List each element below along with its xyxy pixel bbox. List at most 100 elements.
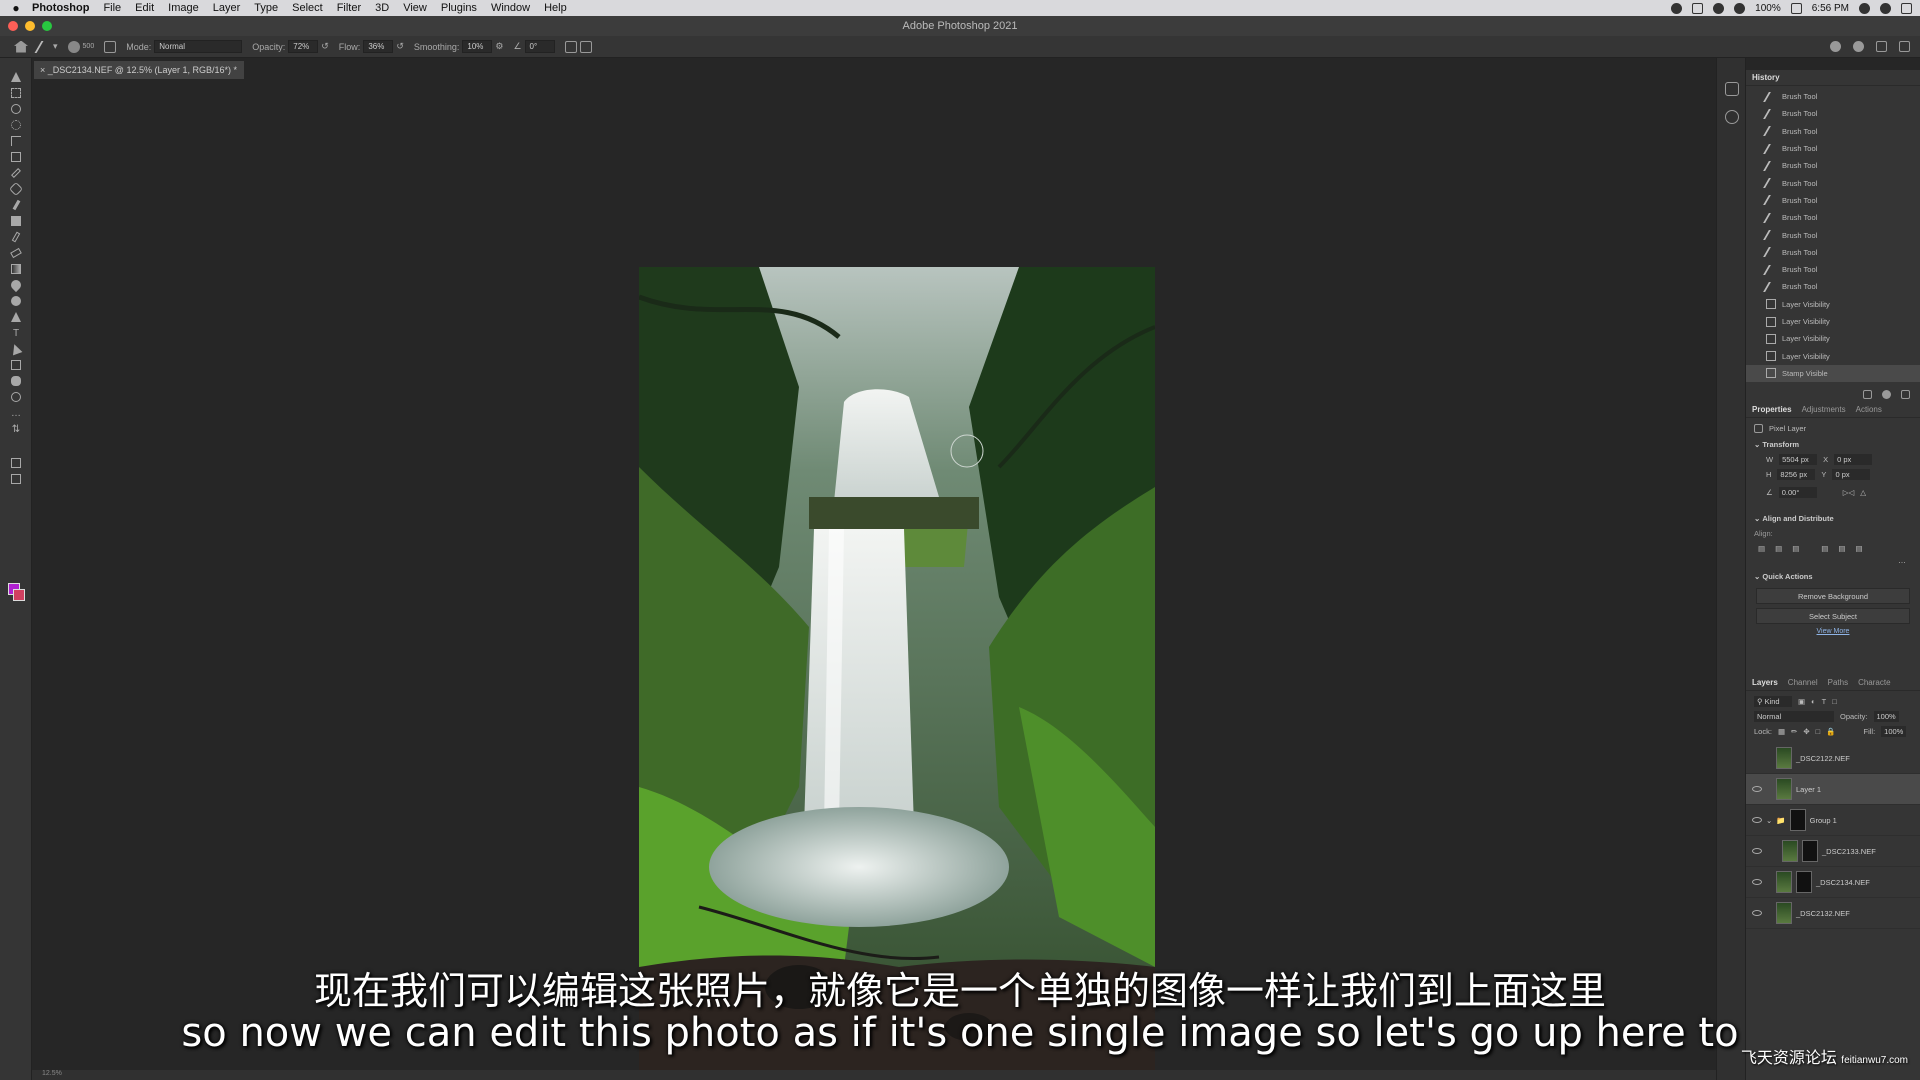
hand-tool-icon[interactable] [9,374,23,388]
workspace-icon[interactable] [1876,41,1887,52]
eye-icon[interactable] [1752,786,1762,792]
history-item[interactable]: Brush Tool [1746,209,1920,226]
eye-icon[interactable] [1752,879,1762,885]
history-item[interactable]: Brush Tool [1746,226,1920,243]
quick-actions-section[interactable]: ⌄ Quick Actions [1746,568,1920,584]
layer-row-selected[interactable]: Layer 1 [1746,774,1920,805]
layer-row[interactable]: _DSC2122.NEF [1746,743,1920,774]
panel-dock-icon[interactable] [1725,82,1739,96]
trash-icon[interactable] [1901,389,1910,399]
symmetry-icon[interactable] [579,40,592,53]
menu-layer[interactable]: Layer [213,2,241,14]
tab-channels[interactable]: Channel [1788,678,1818,687]
tab-layers[interactable]: Layers [1752,678,1778,687]
layer-filter-select[interactable]: ⚲ Kind [1754,696,1792,707]
align-section[interactable]: ⌄ Align and Distribute [1746,510,1920,526]
tab-actions[interactable]: Actions [1856,405,1882,414]
quick-mask-icon[interactable] [9,456,23,470]
camera-icon[interactable] [1882,389,1891,399]
lock-all-icon[interactable]: 🔒 [1826,727,1835,736]
history-item[interactable]: Brush Tool [1746,174,1920,191]
history-item[interactable]: Brush Tool [1746,261,1920,278]
height-field[interactable]: 8256 px [1777,469,1816,480]
pressure-opacity-icon[interactable]: ↺ [321,41,329,52]
pen-tool-icon[interactable] [9,310,23,324]
lock-artboard-icon[interactable]: □ [1816,727,1821,736]
home-icon[interactable] [14,40,28,53]
menu-3d[interactable]: 3D [375,2,389,14]
smoothing-settings-icon[interactable]: ⚙ [495,41,503,52]
lock-brush-icon[interactable]: ✏ [1791,727,1797,736]
layer-opacity-field[interactable]: 100% [1873,711,1899,722]
filter-shape-icon[interactable]: □ [1832,697,1837,706]
history-item[interactable]: Layer Visibility [1746,347,1920,364]
frame-tool-icon[interactable] [9,150,23,164]
more-options-icon[interactable]: … [1746,556,1920,568]
swap-colors-icon[interactable]: ⇅ [9,422,23,436]
smoothing-field[interactable]: 10% [462,40,493,53]
history-item[interactable]: Layer Visibility [1746,313,1920,330]
history-item[interactable]: Brush Tool [1746,88,1920,105]
layer-mask-thumbnail[interactable] [1789,809,1806,831]
battery-icon[interactable] [1790,2,1802,14]
crop-tool-icon[interactable] [9,134,23,148]
history-item-selected[interactable]: Stamp Visible [1746,364,1920,383]
blend-mode-select[interactable]: Normal [1754,711,1834,722]
brush-tool-icon[interactable] [9,198,23,212]
dodge-tool-icon[interactable] [9,294,23,308]
gradient-tool-icon[interactable] [9,262,23,276]
path-selection-tool-icon[interactable] [9,342,23,356]
waterfall-photo[interactable] [639,267,1155,1080]
history-item[interactable]: Brush Tool [1746,123,1920,140]
mode-select[interactable]: Normal [154,40,243,53]
siri-icon[interactable] [1880,2,1891,14]
rotation-field[interactable]: 0.00° [1778,487,1817,498]
share-icon[interactable] [1899,41,1910,52]
brush-preview-icon[interactable] [67,40,80,53]
record-icon[interactable] [1671,2,1683,14]
layer-row[interactable]: _DSC2134.NEF [1746,867,1920,898]
history-item[interactable]: Brush Tool [1746,278,1920,295]
align-right-icon[interactable]: ▤ [1792,544,1799,553]
notification-center-icon[interactable] [1901,2,1912,14]
layer-group-row[interactable]: ⌄ 📁 Group 1 [1746,805,1920,836]
menu-plugins[interactable]: Plugins [441,2,477,14]
align-left-icon[interactable]: ▤ [1758,544,1765,553]
chevron-down-icon[interactable]: ⌄ [1766,816,1772,825]
menu-file[interactable]: File [103,2,121,14]
filter-adjustment-icon[interactable]: ◐ [1811,697,1816,706]
new-document-from-state-icon[interactable] [1863,389,1872,399]
lock-pixels-icon[interactable]: ▦ [1778,727,1785,736]
align-top-icon[interactable]: ▤ [1821,544,1828,553]
width-field[interactable]: 5504 px [1779,454,1818,465]
blur-tool-icon[interactable] [8,277,24,293]
flip-horizontal-icon[interactable]: ▷◁ [1843,488,1855,497]
app-name-menu[interactable]: Photoshop [32,2,89,14]
pressure-size-icon[interactable] [564,40,577,53]
zoom-level[interactable]: 12.5% [42,1070,62,1077]
brush-angle-field[interactable]: 0° [524,40,555,53]
transform-section[interactable]: ⌄ Transform [1746,436,1920,452]
search-icon[interactable] [1853,41,1864,52]
x-field[interactable]: 0 px [1834,454,1873,465]
history-item[interactable]: Brush Tool [1746,140,1920,157]
more-tools-icon[interactable]: … [9,406,23,420]
healing-brush-tool-icon[interactable] [8,181,24,197]
history-item[interactable]: Brush Tool [1746,157,1920,174]
remove-background-button[interactable]: Remove Background [1756,588,1910,604]
eraser-tool-icon[interactable] [9,246,23,260]
quick-select-tool-icon[interactable] [9,118,23,132]
history-item[interactable]: Brush Tool [1746,192,1920,209]
flow-field[interactable]: 36% [363,40,394,53]
user-icon[interactable] [1830,41,1841,52]
wifi-icon[interactable] [1734,2,1746,14]
align-middle-icon[interactable]: ▤ [1838,544,1845,553]
eye-icon[interactable] [1752,910,1762,916]
layer-row[interactable]: _DSC2133.NEF [1746,836,1920,867]
visibility-toggle-icon[interactable] [1752,755,1762,761]
history-item[interactable]: Brush Tool [1746,105,1920,122]
background-color-swatch[interactable] [13,589,25,601]
menu-type[interactable]: Type [254,2,278,14]
history-panel-icon[interactable] [1725,110,1739,124]
view-more-link[interactable]: View More [1746,628,1920,635]
